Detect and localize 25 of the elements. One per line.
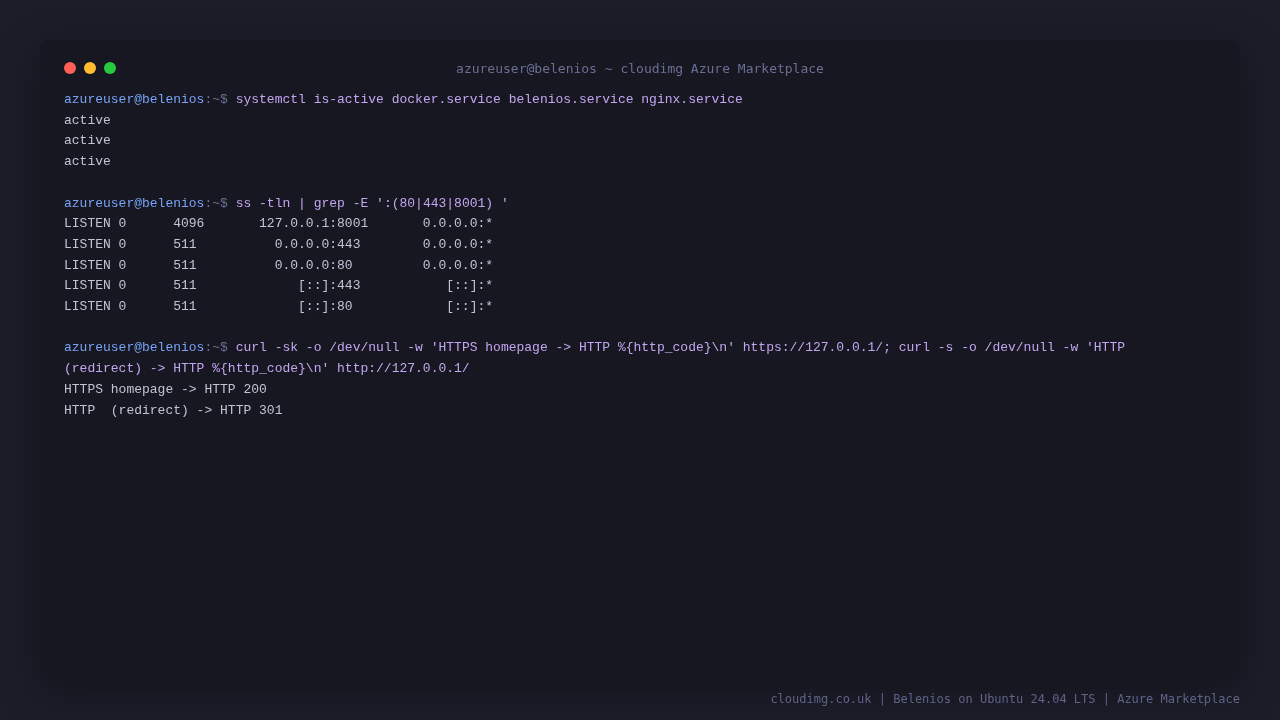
command-text: curl -sk -o /dev/null -w 'HTTPS homepage -> HTTP %{http_code}\n' https://127.0.0.1/; curl -s -o /dev/null -w 'HTTP (235, 340, 1125, 356)
output-line: active (64, 111, 112, 130)
footer-text: cloudimg.co.uk | Belenios on Ubuntu 24.04 LTS | Azure Marketplace (770, 692, 1240, 706)
output-line: LISTEN 0 511 [::]:443 [::]:* (64, 277, 495, 296)
prompt-path: :~$ (204, 195, 228, 211)
minimize-icon[interactable] (84, 62, 96, 74)
maximize-icon[interactable] (104, 62, 116, 74)
output-line: HTTPS homepage -> HTTP 200 (64, 380, 268, 399)
output-line: LISTEN 0 4096 127.0.0.1:8001 0.0.0.0:* (64, 215, 495, 234)
window-title: azureuser@belenios ~ cloudimg Azure Marketplace (456, 60, 824, 76)
output-line: LISTEN 0 511 [::]:80 [::]:* (64, 298, 495, 316)
command-text: ss -tln | grep -E ':(80|443|8001) ' (235, 195, 509, 211)
prompt-user: azureuser@belenios (64, 340, 205, 356)
prompt-user: azureuser@belenios (64, 92, 205, 107)
prompt-path: :~$ (204, 92, 228, 107)
command-text: systemctl is-active docker.service belenios.service nginx.service (235, 92, 743, 107)
output-line: LISTEN 0 511 0.0.0.0:80 0.0.0.0:* (64, 256, 495, 275)
output-line: HTTP (redirect) -> HTTP 301 (64, 401, 284, 420)
command-text: (redirect) -> HTTP %{http_code}\n' http://127.0.0.1/ (64, 361, 470, 377)
prompt-user: azureuser@belenios (64, 195, 205, 211)
output-line: active (64, 132, 112, 151)
output-line: LISTEN 0 511 0.0.0.0:443 0.0.0.0:* (64, 235, 495, 254)
close-icon[interactable] (64, 62, 76, 74)
output-line: active (64, 153, 112, 172)
prompt-path: :~$ (204, 340, 228, 356)
